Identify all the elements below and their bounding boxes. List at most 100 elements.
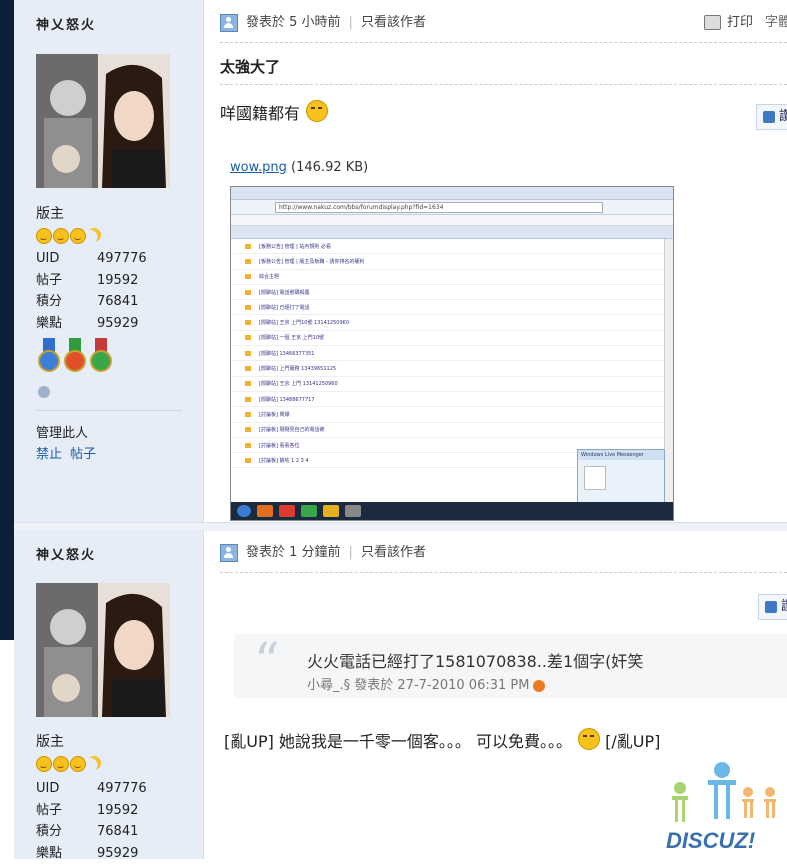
- messenger-popup: Windows Live Messenger: [577, 449, 665, 503]
- rank-stars: [36, 756, 101, 774]
- post-time: 發表於 1 分鐘前: [246, 545, 341, 560]
- author-name[interactable]: 神乂怒火: [36, 14, 96, 33]
- quote-text: 火火電話已經打了1581070838..差1個字(奸笑: [307, 648, 643, 672]
- folder-icon: [245, 412, 251, 417]
- divider: |: [349, 12, 353, 34]
- left-edge-bar: [0, 0, 14, 640]
- star-face-icon: [36, 756, 52, 772]
- folder-icon: [245, 381, 251, 386]
- folder-icon: [245, 274, 251, 279]
- divider: [220, 572, 787, 573]
- thread-row: [討論板] 剛剛見自己的電話被: [231, 423, 665, 438]
- browser-favorites-bar: [231, 215, 673, 226]
- user-stats: UID497776 帖子19592 積分76841 樂點95929: [36, 778, 186, 864]
- browser-address-row: http://www.nakuz.com/bbs/forumdisplay.ph…: [231, 200, 673, 215]
- divider: [220, 42, 787, 43]
- post-body: [亂UP] 她說我是一千零一個客。。。 可以免費。。。 [/亂UP]: [224, 728, 660, 752]
- smiley-icon: [306, 100, 328, 122]
- medal-icon[interactable]: [64, 338, 86, 376]
- user-rank: 版主: [36, 731, 64, 751]
- stat-row: 樂點95929: [36, 843, 186, 864]
- scrollbar: [664, 239, 673, 502]
- folder-icon: [245, 443, 251, 448]
- folder-icon: [245, 244, 251, 249]
- post-header: 發表於 5 小時前 | 只看該作者 打印 字體: [220, 12, 787, 34]
- taskbar: [231, 502, 673, 520]
- user-icon: [220, 14, 238, 32]
- attachment-link[interactable]: wow.png: [230, 160, 287, 175]
- thread-row: [閒聊站] 一個 王京 上門10號: [231, 331, 665, 346]
- watermark-text: DISCUZ!: [666, 828, 755, 853]
- folder-icon: [245, 290, 251, 295]
- ban-link[interactable]: 禁止: [36, 447, 62, 462]
- star-face-icon: [70, 756, 86, 772]
- chrome-icon: [279, 505, 295, 517]
- discuz-watermark: DISCUZ!: [660, 758, 787, 859]
- thread-row: 綜合主題: [231, 270, 665, 285]
- avatar[interactable]: [36, 54, 170, 188]
- divider: |: [349, 542, 353, 564]
- stat-row: 積分76841: [36, 291, 186, 313]
- start-icon: [237, 505, 251, 517]
- thread-row: [閒聊站] 電話號碼揭露: [231, 285, 665, 300]
- avatar[interactable]: [36, 583, 170, 717]
- folder-icon: [245, 427, 251, 432]
- only-author-link[interactable]: 只看該作者: [361, 15, 426, 30]
- stat-row: 帖子19592: [36, 270, 186, 292]
- star-face-icon: [70, 228, 86, 244]
- thread-row: [閒聊站] 13488677717: [231, 392, 665, 407]
- smiley-icon: [578, 728, 600, 750]
- thread-row: [板務公告] 管理 | 版主及板職 - 請你排名的權利: [231, 254, 665, 269]
- stat-row: UID497776: [36, 248, 186, 270]
- folder-icon: [245, 305, 251, 310]
- messenger-icon: [301, 505, 317, 517]
- thread-row: [閒聊站] 已經打了電話: [231, 300, 665, 315]
- messenger-avatar: [584, 466, 606, 490]
- star-face-icon: [53, 228, 69, 244]
- quote-block: “ 火火電話已經打了1581070838..差1個字(奸笑 小尋_.§ 發表於 …: [234, 634, 787, 698]
- goto-post-icon[interactable]: [533, 680, 545, 692]
- divider: [220, 84, 787, 85]
- folder-icon: [245, 259, 251, 264]
- thread-row: [閒聊站] 王京 上門 13141250960: [231, 377, 665, 392]
- folder-icon: [245, 366, 251, 371]
- attachment-info: wow.png (146.92 KB): [230, 160, 368, 175]
- folder-icon: [245, 397, 251, 402]
- thread-row: [閒聊站] 13466377351: [231, 346, 665, 361]
- star-face-icon: [36, 228, 52, 244]
- thread-row: [閒聊站] 上門服務 13439651125: [231, 361, 665, 376]
- medal-icon[interactable]: [38, 338, 60, 376]
- rank-stars: [36, 228, 101, 246]
- medal-icon[interactable]: [90, 338, 112, 376]
- browser-tabs: [231, 226, 673, 239]
- attachment-image[interactable]: http://www.nakuz.com/bbs/forumdisplay.ph…: [230, 186, 674, 521]
- divider: [36, 410, 182, 411]
- post-time: 發表於 5 小時前: [246, 15, 341, 30]
- post-header: 發表於 1 分鐘前 | 只看該作者: [220, 542, 787, 564]
- manage-links: 禁止帖子: [36, 443, 104, 462]
- moon-icon: [84, 225, 103, 244]
- address-bar: http://www.nakuz.com/bbs/forumdisplay.ph…: [275, 202, 603, 213]
- post-1: 神乂怒火 版主 UID497776 帖子19592 積分76841 樂點9592…: [14, 0, 787, 522]
- thread-row: [板務公告] 管理 | 站內規則 必看: [231, 239, 665, 254]
- quote-meta: 小尋_.§ 發表於 27-7-2010 06:31 PM: [307, 674, 545, 693]
- folder-icon: [245, 335, 251, 340]
- stat-row: 帖子19592: [36, 800, 186, 822]
- font-size-button[interactable]: 字體: [765, 12, 787, 34]
- print-button[interactable]: 打印: [704, 12, 753, 34]
- author-sidebar: 神乂怒火 版主 UID497776 帖子19592 積分76841 樂點9592…: [14, 0, 204, 522]
- stat-row: UID497776: [36, 778, 186, 800]
- only-author-link[interactable]: 只看該作者: [361, 545, 426, 560]
- posts-link[interactable]: 帖子: [70, 447, 96, 462]
- star-face-icon: [53, 756, 69, 772]
- stat-row: 樂點95929: [36, 313, 186, 335]
- post-content: 發表於 5 小時前|只看該作者 打印 字體 太強大了 咩國籍都有 讚 wow.p…: [204, 0, 787, 522]
- post-body: 咩國籍都有: [220, 100, 328, 124]
- stat-row: 積分76841: [36, 821, 186, 843]
- author-name[interactable]: 神乂怒火: [36, 544, 96, 563]
- like-button[interactable]: 讚: [756, 104, 787, 130]
- folder-icon: [245, 320, 251, 325]
- like-button[interactable]: 讚: [758, 594, 787, 620]
- printer-icon: [704, 15, 721, 30]
- folder-icon: [245, 458, 251, 463]
